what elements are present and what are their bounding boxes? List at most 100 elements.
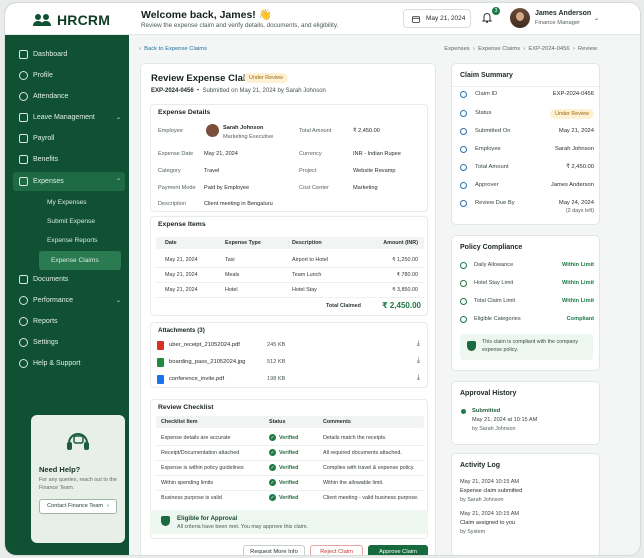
calendar-icon: [460, 128, 467, 135]
chevron-down-icon[interactable]: ⌄: [594, 15, 599, 22]
column-header: Comments: [323, 419, 351, 425]
expense-details-section: Expense Details Employee Sarah Johnson M…: [150, 104, 428, 212]
employee-label: Employee: [158, 128, 183, 134]
employee-name: Sarah Johnson: [223, 125, 264, 131]
summary-row-status: Status Under Review: [460, 107, 594, 121]
bell-icon[interactable]: [481, 11, 493, 23]
cell-type: Meals: [225, 272, 240, 278]
cost-center-value: Marketing: [353, 185, 378, 191]
verified-status: Verified: [279, 435, 299, 441]
date-picker[interactable]: May 21, 2024: [403, 9, 471, 28]
policy-key: Hotel Stay Limit: [474, 280, 514, 286]
sidebar-item-performance[interactable]: Performance ⌄: [13, 291, 125, 310]
check-circle-icon: [460, 316, 467, 323]
contact-finance-team-button[interactable]: Contact Finance Team ›: [39, 498, 117, 514]
summary-row-submitted: Submitted On May 21, 2024: [460, 125, 594, 139]
approve-claim-button[interactable]: Approve Claim: [368, 545, 428, 555]
sidebar-item-dashboard[interactable]: Dashboard: [13, 45, 125, 64]
cost-center-label: Cost Center: [299, 185, 329, 191]
wallet-icon: [19, 134, 28, 144]
sidebar-item-attendance[interactable]: Attendance: [13, 87, 125, 106]
breadcrumb-item[interactable]: Expense Claims: [478, 46, 520, 52]
breadcrumb-item[interactable]: EXP-2024-0456: [528, 46, 569, 52]
status-badge: Under Review: [550, 109, 594, 119]
breadcrumb-item[interactable]: Expenses: [444, 46, 469, 52]
section-title: Review Checklist: [158, 404, 214, 411]
eligibility-title: Eligible for Approval: [177, 515, 238, 522]
sidebar-item-expenses[interactable]: Expenses ⌃: [13, 171, 125, 191]
cell-amount: ₹ 1,250.00: [392, 257, 418, 263]
sidebar-item-reports[interactable]: Reports: [13, 312, 125, 331]
cell-date: May 21, 2024: [165, 272, 198, 278]
button-label: Contact Finance Team: [47, 503, 103, 510]
column-header: Checklist Item: [161, 419, 198, 425]
user-avatar[interactable]: [510, 8, 530, 28]
sidebar-item-label: Dashboard: [33, 51, 68, 58]
verified-status: Verified: [279, 465, 299, 471]
sidebar-item-help-support[interactable]: Help & Support: [13, 354, 125, 373]
checklist-comment: All required documents attached.: [323, 450, 402, 456]
checklist-comment: Complies with travel & expense policy.: [323, 465, 415, 471]
sidebar-subitem-submit-expense[interactable]: Submit Expense: [13, 212, 125, 231]
money-icon: [460, 164, 467, 171]
clock-icon: [460, 200, 467, 207]
check-circle-icon: ✓: [269, 434, 276, 441]
payment-label: Payment Mode: [158, 185, 196, 191]
sidebar-item-settings[interactable]: Settings: [13, 333, 125, 352]
sidebar-subitem-expense-reports[interactable]: Expense Reports: [13, 231, 125, 250]
total-claimed-label: Total Claimed: [326, 303, 361, 309]
cell-date: May 21, 2024: [165, 257, 198, 263]
approval-by: by Sarah Johnson: [472, 426, 516, 432]
request-more-info-button[interactable]: Request More Info: [243, 545, 305, 555]
download-icon[interactable]: ⤓: [417, 357, 420, 365]
attachment-name: boarding_pass_21052024.jpg: [169, 359, 246, 365]
reject-claim-button[interactable]: Reject Claim: [310, 545, 363, 555]
download-icon[interactable]: ⤓: [417, 340, 420, 348]
sidebar-item-leave-management[interactable]: Leave Management ⌄: [13, 108, 125, 127]
date-value: May 21, 2024: [426, 15, 466, 22]
sidebar-item-documents[interactable]: Documents: [13, 270, 125, 289]
sidebar-subitem-my-expenses[interactable]: My Expenses: [13, 193, 125, 212]
column-header: Amount (INR): [383, 240, 418, 246]
attachment-item[interactable]: uber_receipt_21052024.pdf 245 KB ⤓: [157, 339, 422, 353]
summary-value: James Anderson: [550, 182, 594, 188]
compliance-note: This claim is compliant with the company…: [460, 334, 593, 360]
card-title: Activity Log: [460, 462, 501, 469]
sidebar-item-benefits[interactable]: Benefits: [13, 150, 125, 169]
check-circle-icon: [460, 298, 467, 305]
check-circle-icon: ✓: [269, 449, 276, 456]
attachment-item[interactable]: conference_invite.pdf 198 KB ⤓: [157, 373, 422, 387]
status-badge: Under Review: [244, 73, 288, 83]
claim-submitted: Submitted on May 21, 2024 by Sarah Johns…: [202, 88, 326, 94]
row-divider: [156, 267, 424, 268]
check-circle-icon: [460, 280, 467, 287]
sidebar: HRCRM Dashboard Profile Attendance Leave…: [5, 3, 129, 555]
attachment-item[interactable]: boarding_pass_21052024.jpg 512 KB ⤓: [157, 356, 422, 370]
column-header: Expense Type: [225, 240, 261, 246]
sidebar-item-label: Leave Management: [33, 114, 95, 122]
summary-value: ₹ 2,450.00: [566, 164, 594, 170]
sidebar-subitem-expense-claims[interactable]: Expense Claims: [39, 250, 121, 270]
row-divider: [156, 460, 424, 461]
sidebar-item-profile[interactable]: Profile: [13, 66, 125, 85]
column-header: Status: [269, 419, 286, 425]
divider: [452, 86, 599, 87]
policy-value: Within Limit: [562, 262, 594, 268]
app-logo[interactable]: HRCRM: [33, 9, 110, 31]
breadcrumb-item: Review: [577, 46, 597, 52]
verified-status: Verified: [279, 450, 299, 456]
download-icon[interactable]: ⤓: [417, 374, 420, 382]
checklist-comment: Client meeting - valid business purpose.: [323, 495, 419, 501]
policy-value: Within Limit: [562, 298, 594, 304]
back-link[interactable]: ‹ Back to Expense Claims: [139, 46, 207, 52]
breadcrumb-trail: Expenses › Expense Claims › EXP-2024-045…: [444, 46, 597, 52]
policy-row: Eligible Categories Compliant: [460, 314, 594, 326]
summary-key: Employee: [475, 146, 501, 152]
sidebar-item-label: Benefits: [33, 156, 59, 164]
pie-chart-icon: [19, 317, 28, 327]
user-check-icon: [460, 182, 467, 189]
sidebar-item-label: Reports: [33, 318, 58, 326]
table-header: Checklist Item Status Comments: [156, 416, 424, 428]
id-icon: [460, 91, 467, 98]
sidebar-item-payroll[interactable]: Payroll: [13, 129, 125, 148]
